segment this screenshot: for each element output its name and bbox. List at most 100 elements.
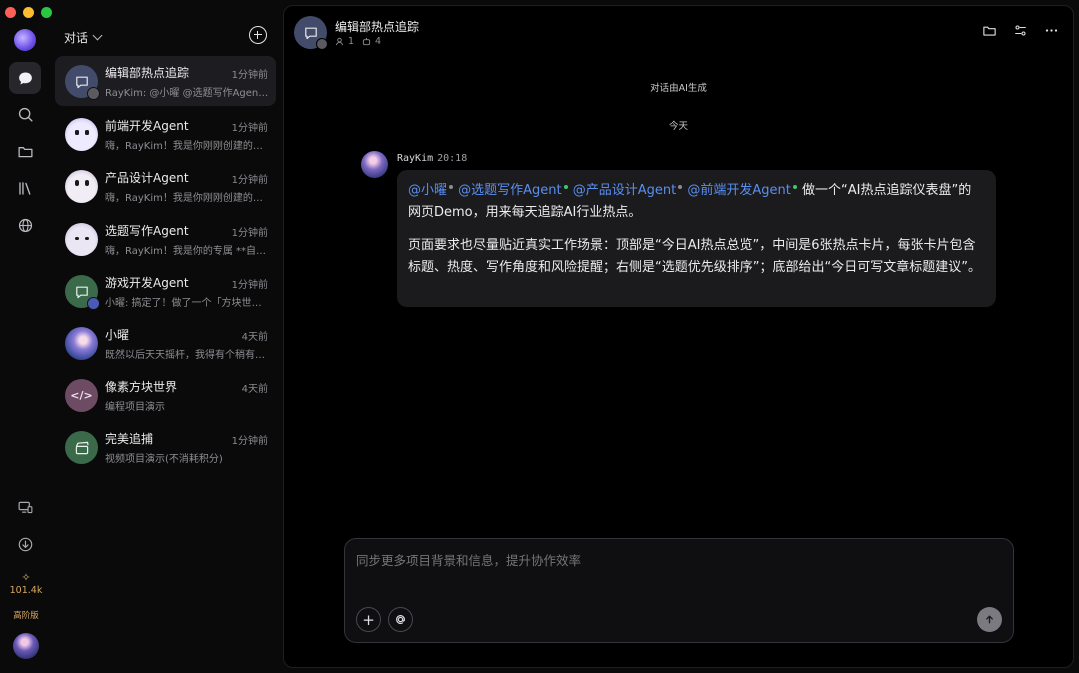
conversation-preview: 小曜: 搞定了！做了一个「方块世界」 [105, 298, 271, 309]
message-time: 20:18 [437, 153, 468, 164]
library-nav-button[interactable] [9, 172, 41, 204]
conversation-time: 4天前 [241, 384, 268, 395]
chat-square-icon [304, 27, 317, 39]
conversation-preview: 嗨，RayKim！我是你刚刚创建的前端开发Agent [105, 141, 271, 152]
conversation-time: 1分钟前 [231, 436, 268, 447]
search-icon [18, 107, 33, 122]
conversation-preview: 嗨，RayKim！我是你刚刚创建的产品设计Agent [105, 193, 271, 204]
agent-avatar [65, 118, 98, 151]
date-separator: 今天 [668, 121, 688, 132]
plus-icon: + [362, 610, 375, 629]
ai-generated-note: 对话由AI生成 [650, 83, 707, 94]
message-meta: RayKim 20:18 [397, 153, 467, 164]
conversation-name: 选题写作Agent [105, 224, 189, 238]
status-dot [792, 185, 797, 189]
message-paragraph: 页面要求也尽量贴近真实工作场景：顶部是“今日AI热点总览”，中间是6张热点卡片，… [408, 238, 981, 275]
download-icon [18, 537, 32, 551]
conversation-time: 1分钟前 [231, 70, 268, 81]
folder-icon[interactable] [982, 23, 997, 38]
chevron-down-icon[interactable] [92, 30, 103, 40]
chat-square-icon [75, 76, 88, 88]
conversation-filter-label[interactable]: 对话 [64, 29, 88, 46]
app-logo [14, 29, 36, 51]
conversation-name: 前端开发Agent [105, 119, 189, 133]
settings-sliders-icon[interactable] [1013, 23, 1028, 38]
chat-header: 编辑部热点追踪 1 4 [284, 6, 1073, 58]
mention-tag[interactable]: @选题写作Agent [458, 183, 568, 198]
at-sign-icon [396, 615, 405, 624]
conversation-name: 产品设计Agent [105, 171, 189, 185]
nav-rail: ✧ 101.4k 高阶版 [0, 0, 52, 673]
conversation-name: 完美追捕 [105, 432, 154, 446]
group-badge-icon [87, 297, 100, 310]
group-badge-icon [316, 38, 328, 50]
message-bubble: @小曜 @选题写作Agent @产品设计Agent @前端开发Agent 做一个… [397, 170, 996, 307]
agent-icon [362, 37, 371, 46]
agent-count: 4 [375, 36, 382, 47]
agent-avatar [65, 223, 98, 256]
credits-widget[interactable]: ✧ 101.4k 高阶版 [0, 571, 52, 622]
library-icon [18, 181, 30, 195]
conversation-time: 1分钟前 [231, 280, 268, 291]
mention-button[interactable] [388, 607, 413, 632]
conversation-preview: 既然以后天天摇杆，我得有个稍有点样子 [105, 350, 271, 361]
chat-bubble-icon [18, 72, 32, 84]
sparkle-icon: ✧ [21, 571, 31, 584]
conversation-preview: 编程项目演示 [105, 402, 165, 413]
arrow-up-icon [986, 615, 993, 624]
conversation-name: 像素方块世界 [105, 380, 178, 394]
download-button[interactable] [9, 528, 41, 560]
conversation-name: 编辑部热点追踪 [105, 66, 190, 80]
device-switch-button[interactable] [9, 491, 41, 523]
chat-title: 编辑部热点追踪 [335, 20, 420, 34]
chat-header-actions [982, 23, 1059, 38]
conversation-preview: 嗨，RayKim！我是你的专属 **自媒体选题 [105, 246, 271, 257]
conversation-list-header: 对话 [64, 26, 272, 46]
member-icon [335, 37, 344, 46]
conversation-list: 对话 编辑部热点追踪 1分钟前 RayKim: @小曜 @选题写作Agent @… [52, 0, 282, 673]
conversation-preview: 视频项目演示(不消耗积分) [105, 454, 223, 465]
search-nav-button[interactable] [9, 98, 41, 130]
conversation-preview: RayKim: @小曜 @选题写作Agent @产品设计Agent [105, 88, 271, 99]
chat-square-icon [75, 286, 88, 298]
group-badge-icon [87, 87, 100, 100]
conversation-time: 1分钟前 [231, 123, 268, 134]
conversation-time: 1分钟前 [231, 175, 268, 186]
message-author: RayKim [397, 153, 434, 164]
conversation-item[interactable]: 完美追捕 1分钟前 视频项目演示(不消耗积分) [55, 422, 276, 472]
chat-panel: 编辑部热点追踪 1 4 对话由AI生成 今天 RayKim 20:18 @小曜 @… [283, 5, 1074, 668]
globe-icon [18, 218, 32, 232]
message-paragraph: @小曜 @选题写作Agent @产品设计Agent @前端开发Agent 做一个… [408, 180, 984, 224]
folder-nav-button[interactable] [9, 135, 41, 167]
conversation-item[interactable]: 前端开发Agent 1分钟前 嗨，RayKim！我是你刚刚创建的前端开发Agen… [55, 109, 276, 159]
new-conversation-button[interactable] [249, 26, 267, 44]
folder-icon [17, 146, 33, 157]
conversation-time: 1分钟前 [231, 228, 268, 239]
credits-value: 101.4k [9, 585, 43, 596]
conversation-time: 4天前 [241, 332, 268, 343]
message-input[interactable] [356, 553, 996, 568]
conversation-item[interactable]: 游戏开发Agent 1分钟前 小曜: 搞定了！做了一个「方块世界」 [55, 266, 276, 316]
conversation-name: 小曜 [105, 328, 130, 342]
status-dot [449, 185, 454, 189]
conversation-item[interactable]: 选题写作Agent 1分钟前 嗨，RayKim！我是你的专属 **自媒体选题 [55, 214, 276, 264]
mention-tag[interactable]: @小曜 [408, 183, 454, 198]
agent-avatar [65, 170, 98, 203]
chat-member-counts[interactable]: 1 4 [335, 36, 381, 47]
more-icon[interactable] [1044, 23, 1059, 38]
send-button[interactable] [977, 607, 1002, 632]
user-avatar[interactable] [13, 633, 39, 659]
plan-tier: 高阶版 [13, 611, 39, 621]
chat-nav-button[interactable] [9, 62, 41, 94]
conversation-item[interactable]: 编辑部热点追踪 1分钟前 RayKim: @小曜 @选题写作Agent @产品设… [55, 56, 276, 106]
attach-button[interactable]: + [356, 607, 381, 632]
mention-tag[interactable]: @产品设计Agent [573, 183, 683, 198]
mention-tag[interactable]: @前端开发Agent [687, 183, 797, 198]
status-dot [563, 185, 568, 189]
explore-nav-button[interactable] [9, 209, 41, 241]
conversation-item[interactable]: </> 像素方块世界 4天前 编程项目演示 [55, 370, 276, 420]
message-author-avatar[interactable] [361, 151, 388, 178]
conversation-item[interactable]: 产品设计Agent 1分钟前 嗨，RayKim！我是你刚刚创建的产品设计Agen… [55, 161, 276, 211]
status-dot [678, 185, 683, 189]
conversation-item[interactable]: 小曜 4天前 既然以后天天摇杆，我得有个稍有点样子 [55, 318, 276, 368]
